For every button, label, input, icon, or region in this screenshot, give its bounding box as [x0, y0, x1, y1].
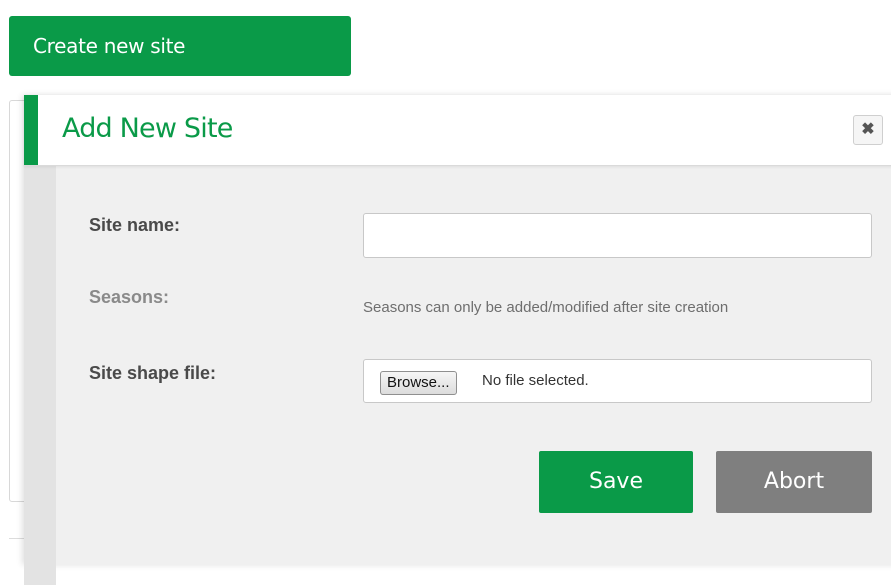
background-divider: [9, 538, 24, 539]
seasons-label: Seasons:: [89, 287, 170, 307]
abort-button[interactable]: Abort: [716, 451, 872, 513]
dialog-side-strip: [24, 165, 56, 585]
file-status-text: No file selected.: [482, 372, 589, 389]
add-site-dialog: Add New Site ✖ Site name: Seasons: Seaso…: [24, 95, 891, 585]
close-button[interactable]: ✖: [853, 115, 883, 145]
dialog-title: Add New Site: [62, 113, 233, 144]
site-name-input[interactable]: [363, 213, 872, 258]
site-shape-file-field: Browse... No file selected.: [363, 359, 872, 403]
site-name-label: Site name:: [89, 215, 181, 235]
create-new-site-button[interactable]: Create new site: [9, 16, 351, 76]
dialog-header: Add New Site ✖: [24, 95, 891, 166]
site-shape-file-label: Site shape file:: [89, 363, 217, 383]
close-icon: ✖: [861, 121, 875, 138]
dialog-accent-bar: [24, 95, 38, 165]
seasons-note: Seasons can only be added/modified after…: [363, 299, 729, 316]
browse-button[interactable]: Browse...: [380, 371, 457, 395]
save-button[interactable]: Save: [539, 451, 693, 513]
